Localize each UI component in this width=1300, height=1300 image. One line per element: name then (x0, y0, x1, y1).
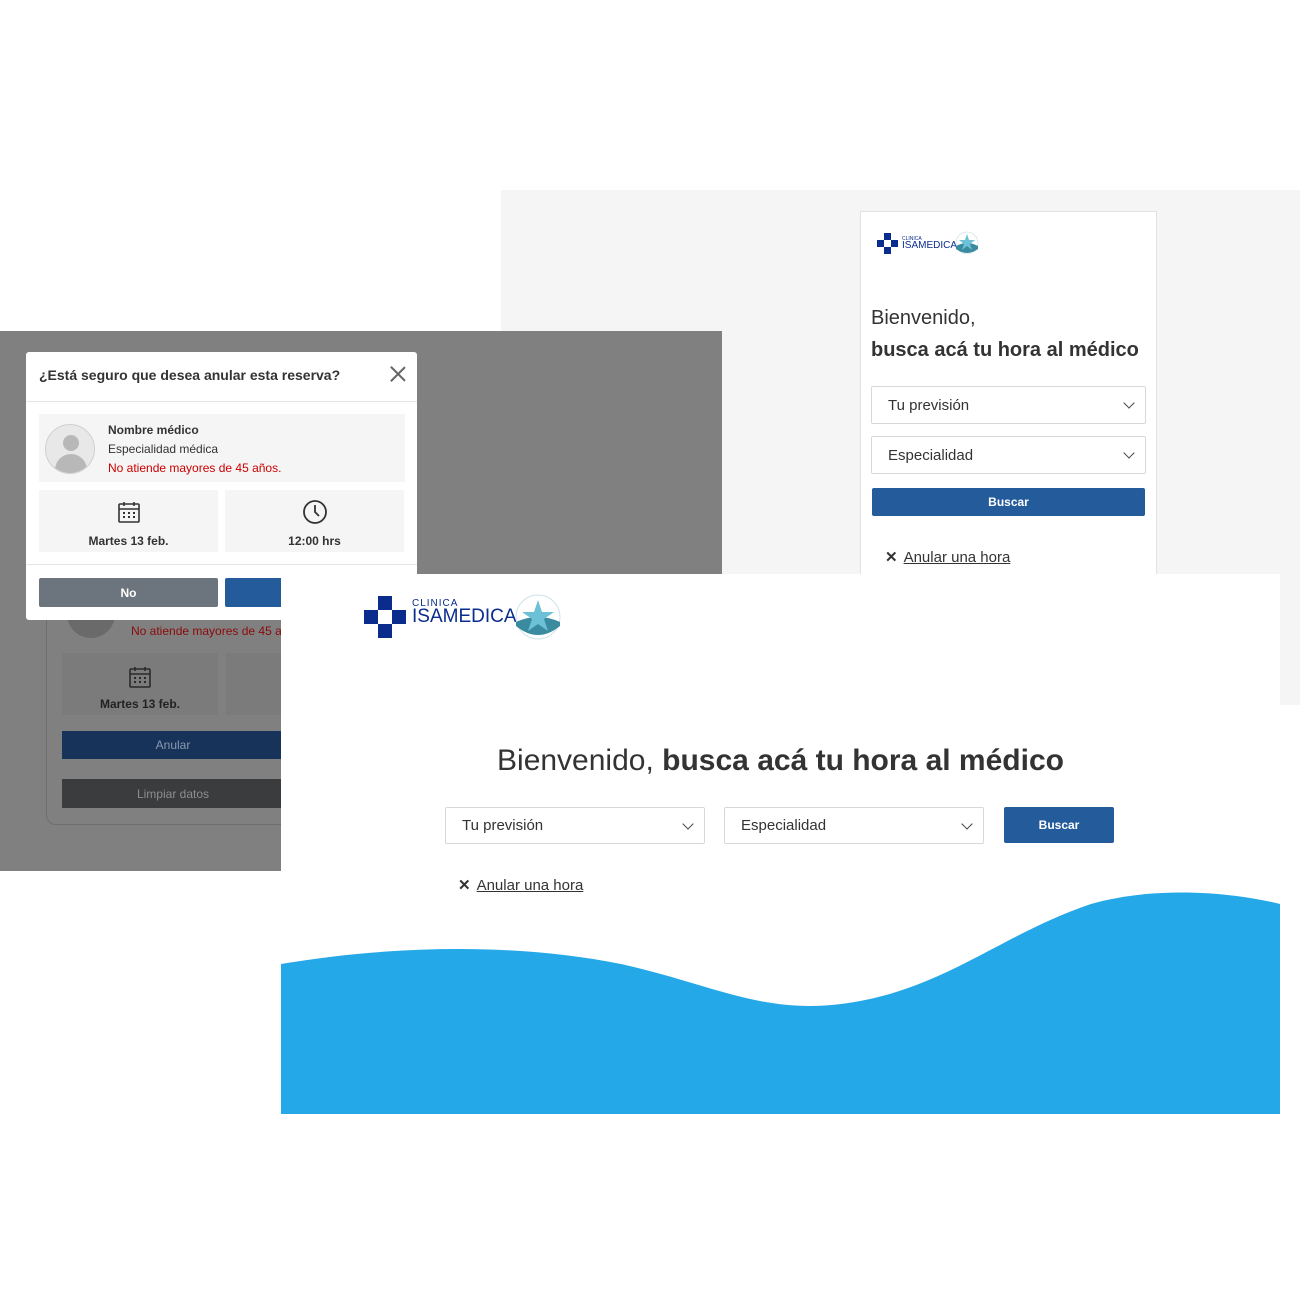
chevron-down-icon (1123, 397, 1135, 409)
clear-data-button[interactable]: Limpiar datos (62, 779, 284, 808)
especialidad-select-value: Especialidad (888, 446, 974, 464)
no-button[interactable]: No (39, 578, 218, 607)
background-doctor-warning: No atiende mayores de 45 añ (131, 624, 289, 638)
chevron-down-icon (682, 817, 694, 830)
clinic-logo: CLINICA ISAMEDICA (877, 230, 982, 263)
appointment-time: 12:00 hrs (288, 534, 341, 548)
especialidad-select[interactable]: Especialidad (871, 436, 1146, 474)
cancel-appointment-link[interactable]: ✕ Anular una hora (885, 548, 1011, 567)
anular-button[interactable]: Anular (62, 731, 284, 759)
date-box: Martes 13 feb. (39, 490, 218, 552)
clinic-logo: CLINICA ISAMEDICA (364, 594, 564, 647)
welcome-text: Bienvenido, (497, 744, 654, 777)
chevron-down-icon (1123, 447, 1135, 459)
especialidad-select-value: Especialidad (741, 817, 827, 834)
search-button[interactable]: Buscar (1004, 807, 1114, 843)
calendar-icon (117, 500, 141, 529)
mobile-search-card: CLINICA ISAMEDICA Bienvenido, busca acá … (860, 211, 1157, 611)
modal-footer-divider (26, 564, 417, 565)
prevision-select[interactable]: Tu previsión (445, 807, 705, 844)
avatar (45, 424, 95, 474)
doctor-specialty: Especialidad médica (108, 442, 219, 456)
appointment-date: Martes 13 feb. (88, 534, 169, 548)
background-date-label: Martes 13 feb. (99, 697, 181, 711)
welcome-headline: Bienvenido, busca acá tu hora al médico (281, 744, 1280, 778)
welcome-bold-text: busca acá tu hora al médico (662, 744, 1064, 777)
svg-text:ISAMEDICA: ISAMEDICA (412, 606, 517, 627)
welcome-headline: busca acá tu hora al médico (871, 339, 1139, 361)
decorative-wave (281, 874, 1280, 1114)
background-time-box (226, 653, 286, 715)
close-icon[interactable] (390, 366, 406, 382)
doctor-warning: No atiende mayores de 45 años. (108, 461, 282, 475)
prevision-select-value: Tu previsión (888, 396, 970, 414)
svg-text:ISAMEDICA: ISAMEDICA (902, 240, 957, 251)
desktop-home-page: CLINICA ISAMEDICA Bienvenido, busca acá … (281, 574, 1280, 1114)
doctor-name: Nombre médico (108, 423, 199, 437)
mobile-screen-edge (1280, 574, 1300, 705)
cancel-appointment-label: Anular una hora (903, 548, 1011, 566)
prevision-select-value: Tu previsión (462, 817, 544, 834)
search-button[interactable]: Buscar (872, 488, 1145, 516)
modal-title: ¿Está seguro que desea anular esta reser… (39, 367, 341, 383)
chevron-down-icon (961, 817, 973, 830)
calendar-icon (128, 665, 152, 694)
close-icon: ✕ (885, 549, 898, 566)
modal-divider (26, 401, 417, 402)
doctor-info-box: Nombre médico Especialidad médica No ati… (39, 414, 405, 482)
time-box: 12:00 hrs (225, 490, 404, 552)
prevision-select[interactable]: Tu previsión (871, 386, 1146, 424)
especialidad-select[interactable]: Especialidad (724, 807, 984, 844)
clock-icon (302, 499, 328, 530)
welcome-text: Bienvenido, (871, 307, 976, 329)
